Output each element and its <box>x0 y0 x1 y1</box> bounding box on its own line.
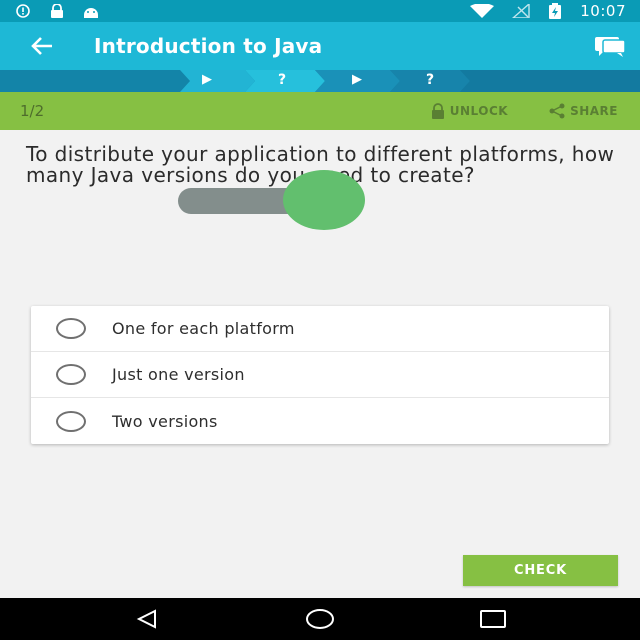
unlock-button[interactable]: UNLOCK <box>430 103 508 119</box>
progress-step-2[interactable]: ? <box>278 72 286 88</box>
answer-label: One for each platform <box>112 319 295 338</box>
progress-step-1[interactable]: ▶ <box>202 72 212 87</box>
share-label: SHARE <box>570 104 618 118</box>
answer-list: One for each platform Just one version T… <box>31 306 609 444</box>
lesson-progress: ▶ ? ▶ ? <box>0 70 640 92</box>
wifi-icon <box>470 4 495 18</box>
status-time: 10:07 <box>580 2 626 20</box>
answer-label: Two versions <box>112 411 218 431</box>
app-bar: Introduction to Java <box>0 22 640 70</box>
answer-label: Just one version <box>112 365 245 384</box>
home-circle-icon <box>305 609 334 629</box>
back-triangle-icon <box>136 609 156 629</box>
recents-square-icon <box>480 610 507 628</box>
nav-recents-button[interactable] <box>463 598 523 640</box>
arrow-left-icon <box>31 37 52 55</box>
status-bar: 10:07 <box>0 0 640 22</box>
alert-icon <box>16 4 30 18</box>
page-title: Introduction to Java <box>94 34 323 58</box>
page-count: 1/2 <box>20 102 45 120</box>
nav-home-button[interactable] <box>290 598 350 640</box>
back-button[interactable] <box>0 22 80 70</box>
battery-charging-icon <box>549 3 562 19</box>
radio-button[interactable] <box>56 364 86 385</box>
progress-step-4[interactable]: ? <box>426 72 434 88</box>
comments-button[interactable] <box>580 22 640 70</box>
android-icon <box>84 8 98 18</box>
lesson-bar: 1/2 UNLOCK SHARE <box>0 92 640 130</box>
share-button[interactable]: SHARE <box>548 103 618 119</box>
lock-icon <box>431 103 444 119</box>
system-nav-bar <box>0 598 640 640</box>
nav-back-button[interactable] <box>117 598 177 640</box>
lock-icon <box>51 4 63 18</box>
answer-option-2[interactable]: Just one version <box>31 352 609 398</box>
check-button[interactable]: CHECK <box>463 555 618 586</box>
radio-button[interactable] <box>56 318 86 339</box>
no-signal-icon <box>512 4 530 18</box>
answer-option-1[interactable]: One for each platform <box>31 306 609 352</box>
unlock-label: UNLOCK <box>449 104 509 118</box>
comments-icon <box>595 37 626 57</box>
swipe-hint-knob[interactable] <box>283 170 365 230</box>
progress-step-3[interactable]: ▶ <box>352 72 362 87</box>
answer-option-3[interactable]: Two versions <box>31 398 609 444</box>
share-icon <box>549 103 565 119</box>
radio-button[interactable] <box>56 410 86 432</box>
